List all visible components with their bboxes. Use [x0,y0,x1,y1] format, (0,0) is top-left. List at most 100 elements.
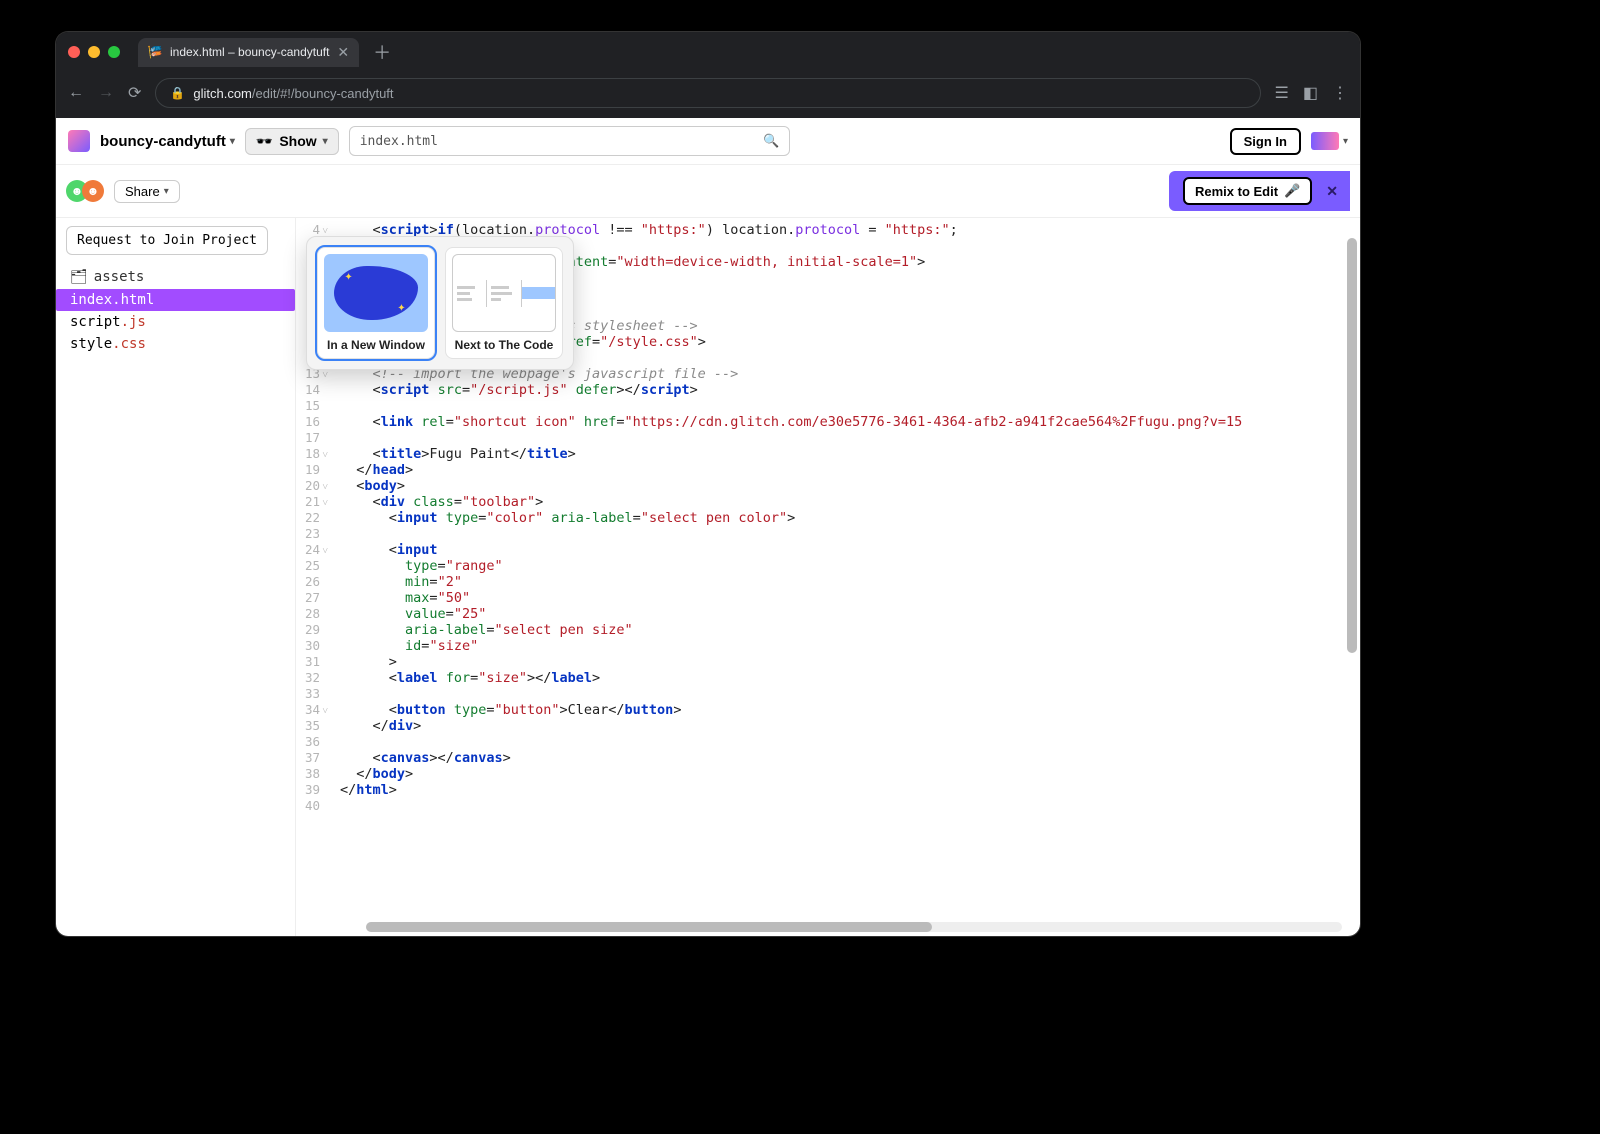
code-content: <label for="size"></label> [340,670,1360,686]
line-number: 35 [296,718,340,734]
code-line[interactable]: 21˅ <div class="toolbar"> [296,494,1360,510]
code-line[interactable]: 32 <label for="size"></label> [296,670,1360,686]
line-number: 30 [296,638,340,654]
code-line[interactable]: 15 [296,398,1360,414]
back-icon[interactable]: ← [68,84,84,102]
maximize-window-icon[interactable] [108,46,120,58]
line-number: 33 [296,686,340,702]
presence-avatars[interactable]: ☻ ☻ [66,180,104,202]
code-line[interactable]: 14 <script src="/script.js" defer></scri… [296,382,1360,398]
search-value: index.html [360,134,438,149]
user-avatar[interactable]: ▾ [1311,132,1348,150]
code-line[interactable]: 30 id="size" [296,638,1360,654]
file-item[interactable]: index.html [56,289,295,311]
new-tab-button[interactable]: ＋ [367,39,397,65]
code-line[interactable]: 16 <link rel="shortcut icon" href="https… [296,414,1360,430]
menu-icon[interactable]: ⋮ [1332,83,1348,103]
code-line[interactable]: 33 [296,686,1360,702]
code-content: <title>Fugu Paint</title> [340,446,1360,462]
code-content: <script src="/script.js" defer></script> [340,382,1360,398]
code-line[interactable]: 17 [296,430,1360,446]
code-content: </body> [340,766,1360,782]
close-tab-icon[interactable]: ✕ [337,44,349,61]
code-content: value="25" [340,606,1360,622]
code-content: id="size" [340,638,1360,654]
line-number: 27 [296,590,340,606]
code-line[interactable]: 26 min="2" [296,574,1360,590]
avatar-icon: ☻ [82,180,104,202]
code-line[interactable]: 23 [296,526,1360,542]
line-number: 29 [296,622,340,638]
file-sidebar: Request to Join Project 🗂 assets index.h… [56,218,296,936]
url-path: /edit/#!/bouncy-candytuft [252,86,394,101]
remix-label: Remix to Edit [1195,184,1278,199]
code-content [340,398,1360,414]
assets-folder[interactable]: 🗂 assets [56,265,295,289]
project-name-dropdown[interactable]: bouncy-candytuft ▾ [100,133,235,150]
line-number: 18˅ [296,446,340,462]
code-content [340,686,1360,702]
code-content: <div class="toolbar"> [340,494,1360,510]
reload-icon[interactable]: ⟳ [128,83,141,103]
reader-icon[interactable]: ☰ [1275,83,1289,103]
favicon-icon: 🎏 [148,45,162,59]
close-window-icon[interactable] [68,46,80,58]
code-line[interactable]: 28 value="25" [296,606,1360,622]
code-line[interactable]: 18˅ <title>Fugu Paint</title> [296,446,1360,462]
show-option-label: In a New Window [324,338,428,352]
show-button[interactable]: 🕶️ Show ▾ [245,128,339,155]
code-line[interactable]: 25 type="range" [296,558,1360,574]
show-option-next-to-code[interactable]: Next to The Code [445,247,563,359]
line-number: 20˅ [296,478,340,494]
code-line[interactable]: 19 </head> [296,462,1360,478]
code-line[interactable]: 22 <input type="color" aria-label="selec… [296,510,1360,526]
code-line[interactable]: 29 aria-label="select pen size" [296,622,1360,638]
code-line[interactable]: 20˅ <body> [296,478,1360,494]
code-line[interactable]: 38 </body> [296,766,1360,782]
line-number: 14 [296,382,340,398]
code-content: <button type="button">Clear</button> [340,702,1360,718]
code-line[interactable]: 39</html> [296,782,1360,798]
share-button[interactable]: Share ▾ [114,180,180,203]
code-line[interactable]: 31 > [296,654,1360,670]
avatar-icon [1311,132,1339,150]
remix-button[interactable]: Remix to Edit 🎤 [1183,177,1312,205]
url-input[interactable]: 🔒 glitch.com/edit/#!/bouncy-candytuft [155,78,1260,108]
lock-icon: 🔒 [170,86,185,100]
thumbnail-icon [452,254,556,332]
code-line[interactable]: 27 max="50" [296,590,1360,606]
code-line[interactable]: 24˅ <input [296,542,1360,558]
sign-in-button[interactable]: Sign In [1230,128,1301,155]
search-icon: 🔍 [763,134,779,149]
glitch-logo-icon[interactable] [68,130,90,152]
tab-title: index.html – bouncy-candytuft [170,45,329,59]
code-line[interactable]: 40 [296,798,1360,814]
minimize-window-icon[interactable] [88,46,100,58]
forward-icon[interactable]: → [98,84,114,102]
profile-icon[interactable]: ◧ [1303,83,1318,103]
line-number: 39 [296,782,340,798]
file-search-input[interactable]: index.html 🔍 [349,126,790,156]
vertical-scrollbar[interactable] [1347,238,1357,908]
code-line[interactable]: 35 </div> [296,718,1360,734]
close-icon[interactable]: ✕ [1320,183,1344,200]
code-line[interactable]: 37 <canvas></canvas> [296,750,1360,766]
line-number: 37 [296,750,340,766]
horizontal-scrollbar[interactable] [366,922,1342,932]
line-number: 21˅ [296,494,340,510]
file-item[interactable]: script.js [56,311,295,333]
show-option-new-window[interactable]: ✦✦ In a New Window [317,247,435,359]
line-number: 24˅ [296,542,340,558]
line-number: 38 [296,766,340,782]
line-number: 19 [296,462,340,478]
code-content: <canvas></canvas> [340,750,1360,766]
project-name: bouncy-candytuft [100,133,226,150]
file-item[interactable]: style.css [56,333,295,355]
code-line[interactable]: 36 [296,734,1360,750]
line-number: 23 [296,526,340,542]
request-join-button[interactable]: Request to Join Project [66,226,268,255]
line-number: 26 [296,574,340,590]
browser-tab[interactable]: 🎏 index.html – bouncy-candytuft ✕ [138,38,359,67]
code-line[interactable]: 34˅ <button type="button">Clear</button> [296,702,1360,718]
line-number: 16 [296,414,340,430]
